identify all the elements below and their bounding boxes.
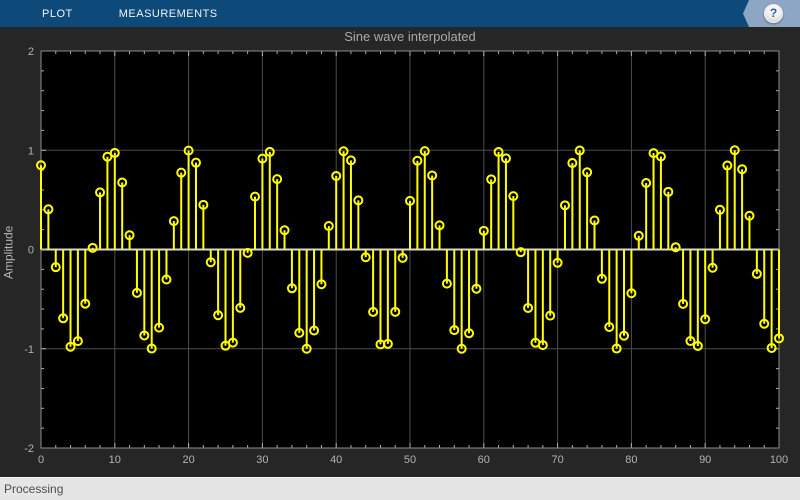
- y-tick-label: 1: [28, 145, 34, 157]
- x-tick-label: 50: [404, 454, 416, 466]
- x-tick-label: 60: [478, 454, 490, 466]
- toolstrip: PLOT MEASUREMENTS ?: [0, 0, 800, 27]
- y-tick-label: -2: [24, 443, 34, 455]
- plot-region: Sine wave interpolated Amplitude 0 10 20 30…: [0, 27, 800, 477]
- x-tick-label: 80: [625, 454, 637, 466]
- x-tick-label: 40: [330, 454, 342, 466]
- y-tick-label: 0: [28, 245, 34, 257]
- x-tick-label: 90: [699, 454, 711, 466]
- x-tick-label: 10: [109, 454, 121, 466]
- plot-area[interactable]: 0 10 20 30 40 50 60 70 80 90 100 -2 -1 0 1 2: [0, 27, 800, 477]
- tab-plot[interactable]: PLOT: [42, 8, 73, 20]
- status-bar: Processing: [0, 477, 800, 500]
- y-axis-label: Amplitude: [1, 225, 16, 279]
- x-tick-label: 100: [770, 454, 788, 466]
- question-icon: ?: [769, 6, 778, 20]
- x-tick-label: 30: [256, 454, 268, 466]
- scope-window: PLOT MEASUREMENTS ? Sine wave interpolat…: [0, 0, 800, 500]
- tab-measurements[interactable]: MEASUREMENTS: [119, 8, 218, 20]
- plot-title: Sine wave interpolated: [344, 29, 476, 44]
- x-tick-label: 70: [551, 454, 563, 466]
- help-banner: ?: [743, 0, 800, 27]
- y-tick-label: 2: [28, 46, 34, 58]
- y-tick-label: -1: [24, 344, 34, 356]
- x-tick-label: 0: [38, 454, 44, 466]
- x-tick-label: 20: [182, 454, 194, 466]
- status-text: Processing: [4, 482, 64, 496]
- help-button[interactable]: ?: [764, 4, 783, 23]
